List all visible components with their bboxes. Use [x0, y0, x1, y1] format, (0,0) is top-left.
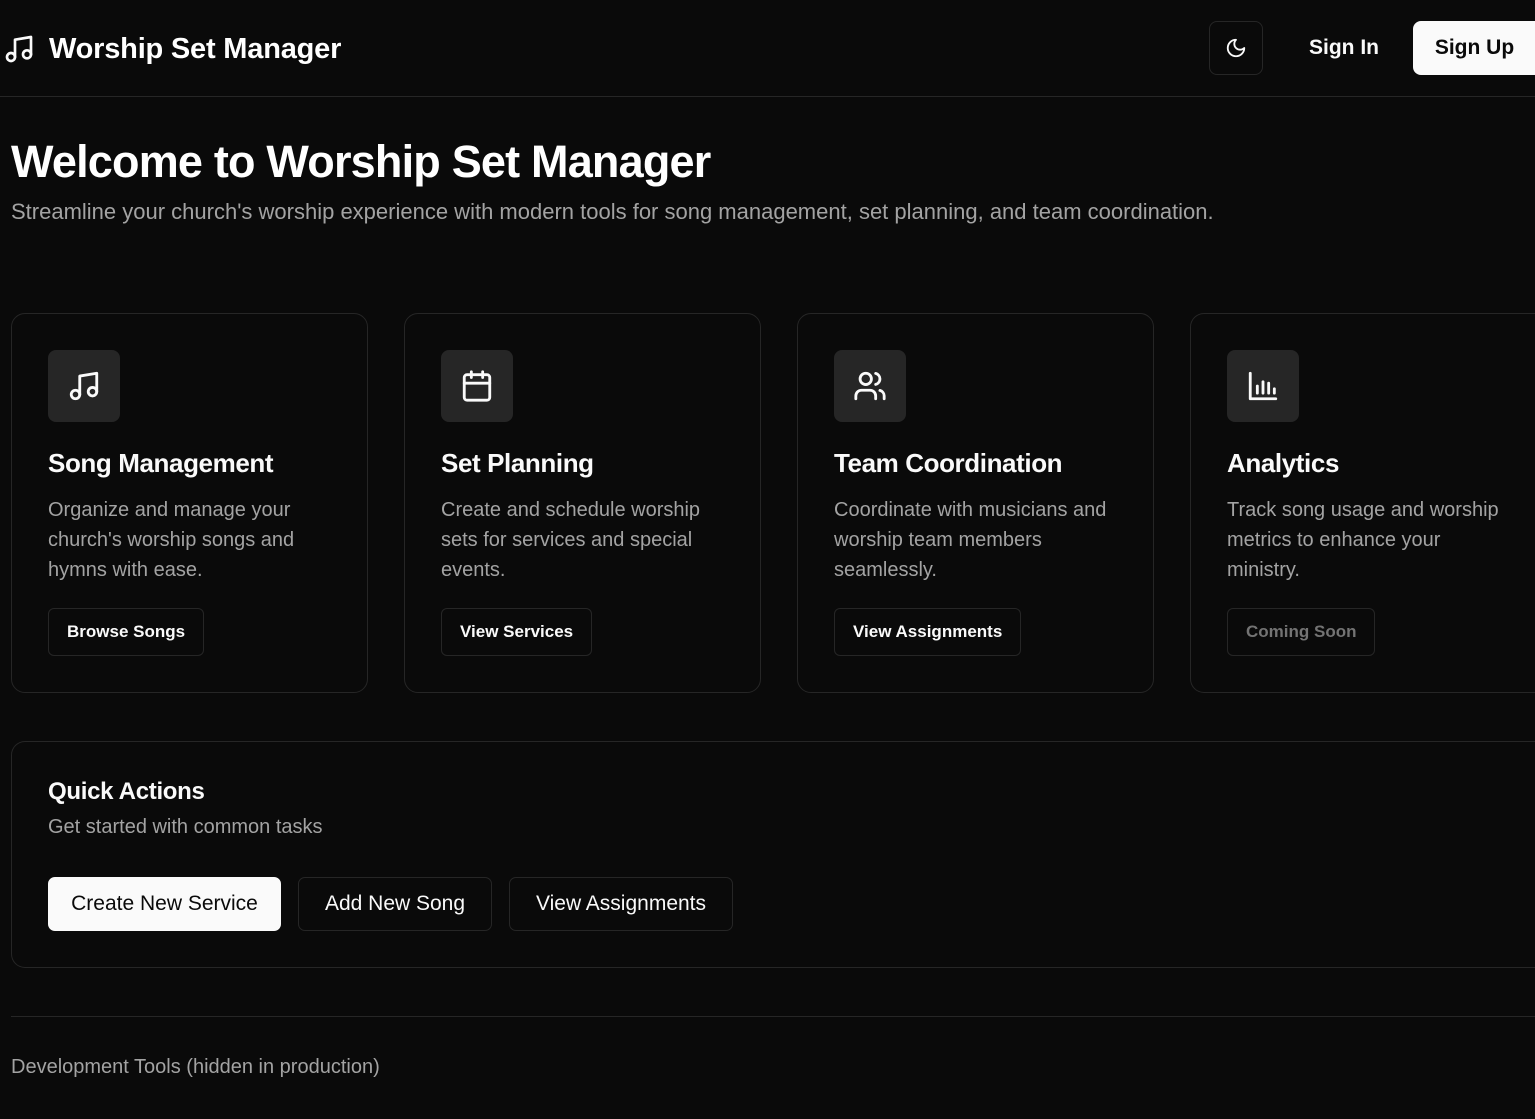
feature-description: Create and schedule worship sets for ser…: [441, 499, 701, 581]
feature-title: Set Planning: [441, 448, 594, 478]
divider: [11, 1016, 1535, 1017]
feature-icon-box: [48, 350, 120, 422]
browse-songs-button[interactable]: Browse Songs: [48, 608, 205, 656]
music-note-icon: [69, 371, 99, 401]
top-navbar: Worship Set Manager Sign In Sign Up: [0, 0, 1535, 97]
bar-chart-icon: [1248, 371, 1278, 401]
add-new-song-button[interactable]: Add New Song: [298, 877, 492, 931]
users-icon: [854, 371, 886, 401]
app-title: Worship Set Manager: [49, 32, 342, 65]
feature-card-song-management: Song Management Organize and manage your…: [11, 313, 368, 693]
quick-actions-panel: Quick Actions Get started with common ta…: [11, 741, 1535, 968]
feature-card-analytics: Analytics Track song usage and worship m…: [1190, 313, 1535, 693]
page-title: Welcome to Worship Set Manager: [11, 136, 711, 187]
brand[interactable]: Worship Set Manager: [3, 30, 341, 68]
quick-actions-subtitle: Get started with common tasks: [48, 816, 323, 838]
view-assignments-button[interactable]: View Assignments: [834, 608, 1022, 656]
feature-title: Team Coordination: [834, 448, 1063, 478]
feature-title: Song Management: [48, 448, 274, 478]
feature-card-set-planning: Set Planning Create and schedule worship…: [404, 313, 761, 693]
quick-actions-title: Quick Actions: [48, 778, 205, 805]
theme-toggle-button[interactable]: [1209, 21, 1263, 75]
sign-up-button[interactable]: Sign Up: [1413, 21, 1535, 75]
feature-icon-box: [834, 350, 906, 422]
coming-soon-button: Coming Soon: [1227, 608, 1376, 656]
dev-tools-toggle[interactable]: Development Tools (hidden in production): [11, 1056, 380, 1079]
feature-title: Analytics: [1227, 448, 1340, 478]
feature-card-team-coordination: Team Coordination Coordinate with musici…: [797, 313, 1154, 693]
feature-description: Organize and manage your church's worshi…: [48, 499, 295, 581]
feature-icon-box: [1227, 350, 1299, 422]
view-services-button[interactable]: View Services: [441, 608, 593, 656]
music-note-icon: [5, 35, 33, 63]
feature-description: Coordinate with musicians and worship te…: [834, 499, 1107, 581]
page-subtitle: Streamline your church's worship experie…: [11, 199, 1214, 224]
create-new-service-button[interactable]: Create New Service: [48, 877, 281, 931]
moon-icon: [1226, 38, 1246, 58]
feature-icon-box: [441, 350, 513, 422]
feature-description: Track song usage and worship metrics to …: [1227, 499, 1499, 581]
calendar-icon: [462, 370, 492, 402]
sign-in-button[interactable]: Sign In: [1292, 21, 1396, 75]
view-assignments-quick-button[interactable]: View Assignments: [509, 877, 733, 931]
